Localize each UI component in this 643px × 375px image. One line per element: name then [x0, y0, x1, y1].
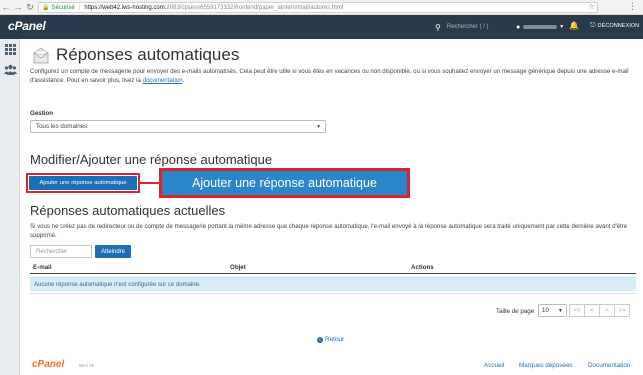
- highlight-box-small: [26, 173, 140, 193]
- highlight-connector: [140, 182, 159, 184]
- empty-table-message: Aucune réponse automatique n'est configu…: [30, 277, 636, 291]
- reload-icon[interactable]: ↻: [24, 1, 36, 13]
- url-path: :2083/cpsess6559173332/frontend/paper_la…: [164, 4, 344, 11]
- footer-version: 68.0.28: [79, 363, 95, 368]
- browser-toolbar: ← → ↻ 🔒 Sécurisé | https://web42.lws-hos…: [0, 0, 643, 15]
- intro-text: Configurez un compte de messagerie pour …: [30, 68, 636, 85]
- bell-icon[interactable]: 🔔: [569, 21, 579, 30]
- search-go-button[interactable]: Atteindre: [95, 245, 131, 258]
- intro-body: Configurez un compte de messagerie pour …: [30, 68, 629, 84]
- current-section-description: Si vous ne créez pas de redirecteur ou d…: [30, 223, 628, 239]
- chevron-down-icon: ▼: [559, 24, 565, 30]
- column-actions: Actions: [411, 264, 434, 271]
- auto-badge-text: AUTO: [37, 53, 46, 57]
- cpanel-header: cPanel ⚲ Rechercher ( / ) ● ▼ 🔔 ⎋ DÉCONN…: [0, 15, 643, 39]
- documentation-link[interactable]: documentation: [143, 77, 183, 84]
- secure-label: Sécurisé: [51, 4, 75, 11]
- column-subject[interactable]: Objet: [230, 264, 246, 271]
- user-menu[interactable]: ● ▼: [516, 21, 564, 33]
- lock-icon: 🔒: [42, 5, 50, 11]
- bookmark-star-icon[interactable]: ☆: [588, 2, 595, 11]
- address-separator: |: [78, 4, 81, 11]
- footer-cpanel-logo[interactable]: cPanel: [32, 359, 64, 370]
- page-size-value: 10: [542, 307, 549, 314]
- users-icon[interactable]: [4, 63, 17, 76]
- back-circle-icon: ‹: [317, 336, 323, 343]
- add-autoresponder-callout: Ajouter une réponse automatique: [162, 171, 407, 195]
- table-header: E-mail Objet Actions: [30, 264, 636, 274]
- url-host: https://web42.lws-hosting.com: [84, 4, 165, 11]
- search-icon: ⚲: [435, 22, 441, 32]
- address-bar[interactable]: 🔒 Sécurisé | https://web42.lws-hosting.c…: [38, 2, 598, 13]
- logout-button[interactable]: ⎋ DÉCONNEXION: [590, 22, 639, 30]
- add-section-heading: Modifier/Ajouter une réponse automatique: [30, 152, 273, 167]
- gestion-label: Gestion: [30, 110, 54, 117]
- table-divider: [30, 293, 636, 294]
- header-search-placeholder: Rechercher ( / ): [446, 24, 489, 30]
- first-page-button[interactable]: <<: [569, 304, 585, 317]
- last-page-button[interactable]: >>: [614, 304, 630, 317]
- logout-icon: ⎋: [590, 22, 596, 29]
- back-arrow-icon[interactable]: ←: [0, 1, 12, 13]
- back-link[interactable]: ‹ Retour: [317, 336, 344, 343]
- select-caret-icon: ▼: [316, 124, 321, 130]
- autoresponder-icon: AUTO: [33, 47, 49, 64]
- user-icon: ●: [516, 23, 521, 31]
- previous-page-button[interactable]: <: [584, 304, 600, 317]
- page-title: Réponses automatiques: [56, 45, 240, 64]
- autoresponder-search-input[interactable]: Rechercher: [30, 245, 92, 258]
- browser-menu-icon[interactable]: ⋮: [628, 1, 637, 12]
- user-name-redacted: [523, 25, 558, 29]
- intro-end: .: [182, 76, 185, 84]
- back-link-label: Retour: [325, 336, 345, 343]
- footer-link-trademarks[interactable]: Marques déposées: [519, 362, 573, 369]
- header-search[interactable]: ⚲ Rechercher ( / ): [435, 21, 509, 33]
- domain-select-value: Tous les domaines: [36, 123, 88, 130]
- next-page-button[interactable]: >: [599, 304, 615, 317]
- column-email[interactable]: E-mail: [33, 264, 52, 271]
- page-size-label: Taille de page: [496, 308, 535, 315]
- page-size-caret-icon: ▼: [558, 308, 563, 314]
- cpanel-logo[interactable]: cPanel: [8, 19, 46, 33]
- grid-apps-icon[interactable]: [4, 43, 17, 56]
- forward-arrow-icon[interactable]: →: [12, 1, 24, 13]
- domain-select[interactable]: Tous les domaines ▼: [30, 120, 326, 133]
- current-section-heading: Réponses automatiques actuelles: [30, 203, 226, 218]
- footer-link-home[interactable]: Accueil: [484, 362, 504, 369]
- main-content: AUTO Réponses automatiques Configurez un…: [20, 39, 643, 375]
- footer-link-documentation[interactable]: Documentation: [588, 362, 630, 369]
- logout-label: DÉCONNEXION: [597, 23, 640, 29]
- pagination: << < > >>: [569, 304, 630, 317]
- sidebar: [0, 39, 20, 375]
- page-size-select[interactable]: 10 ▼: [538, 304, 567, 317]
